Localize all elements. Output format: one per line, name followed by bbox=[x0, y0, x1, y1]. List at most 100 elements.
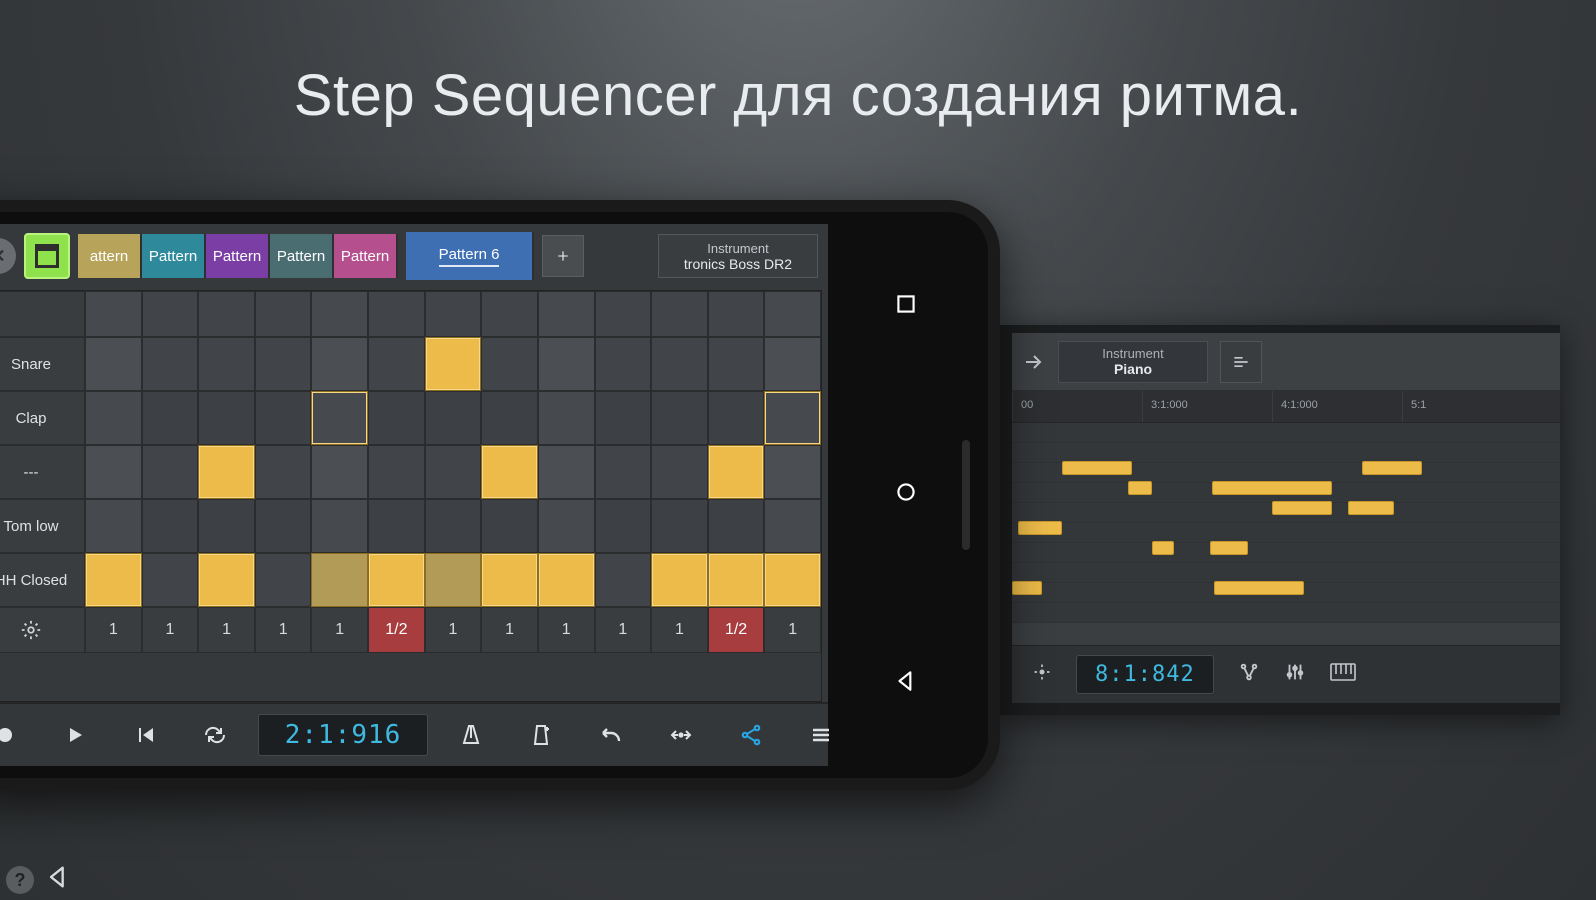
step-value-cell[interactable]: 1 bbox=[85, 607, 142, 653]
track-label[interactable]: HH Closed bbox=[0, 553, 85, 607]
step-cell[interactable] bbox=[764, 553, 821, 607]
step-cell[interactable] bbox=[85, 391, 142, 445]
midi-note[interactable] bbox=[1210, 541, 1248, 555]
step-cell[interactable] bbox=[708, 445, 765, 499]
step-cell[interactable] bbox=[764, 499, 821, 553]
pattern-tab-4[interactable]: Pattern bbox=[334, 234, 398, 278]
rewind-button[interactable] bbox=[110, 704, 180, 766]
view-mode-button[interactable] bbox=[24, 233, 70, 279]
add-track-button[interactable] bbox=[506, 704, 576, 766]
step-cell[interactable] bbox=[198, 337, 255, 391]
step-cell[interactable] bbox=[311, 337, 368, 391]
nav-back-icon[interactable] bbox=[893, 668, 919, 699]
help-button[interactable]: ? bbox=[6, 866, 34, 894]
step-cell[interactable] bbox=[255, 499, 312, 553]
system-back-icon[interactable] bbox=[44, 863, 72, 896]
step-cell[interactable] bbox=[481, 391, 538, 445]
midi-note[interactable] bbox=[1272, 501, 1332, 515]
step-value-cell[interactable]: 1 bbox=[311, 607, 368, 653]
step-cell[interactable] bbox=[595, 445, 652, 499]
step-cell[interactable] bbox=[595, 553, 652, 607]
step-value-cell[interactable]: 1 bbox=[538, 607, 595, 653]
pattern-tab-3[interactable]: Pattern bbox=[270, 234, 334, 278]
timeline-ruler[interactable]: 003:1:0004:1:0005:1 bbox=[1012, 391, 1560, 423]
step-cell[interactable] bbox=[368, 499, 425, 553]
midi-note[interactable] bbox=[1018, 521, 1062, 535]
step-cell[interactable] bbox=[481, 445, 538, 499]
step-cell[interactable] bbox=[764, 337, 821, 391]
stretch-button[interactable] bbox=[646, 704, 716, 766]
track-label[interactable]: --- bbox=[0, 445, 85, 499]
pattern-tab-selected[interactable]: Pattern 6 bbox=[406, 232, 534, 280]
step-cell[interactable] bbox=[85, 337, 142, 391]
step-cell[interactable] bbox=[85, 499, 142, 553]
step-cell[interactable] bbox=[481, 337, 538, 391]
step-cell[interactable] bbox=[198, 499, 255, 553]
step-value-cell[interactable]: 1 bbox=[255, 607, 312, 653]
midi-note[interactable] bbox=[1062, 461, 1132, 475]
record-button[interactable] bbox=[0, 704, 40, 766]
step-cell[interactable] bbox=[708, 391, 765, 445]
step-value-cell[interactable]: 1 bbox=[651, 607, 708, 653]
keyboard-icon[interactable] bbox=[1330, 661, 1356, 688]
step-cell[interactable] bbox=[255, 337, 312, 391]
step-cell[interactable] bbox=[368, 337, 425, 391]
step-cell[interactable] bbox=[538, 391, 595, 445]
step-cell[interactable] bbox=[764, 445, 821, 499]
step-cell[interactable] bbox=[481, 499, 538, 553]
step-cell[interactable] bbox=[368, 553, 425, 607]
step-cell[interactable] bbox=[425, 337, 482, 391]
instrument-selector-secondary[interactable]: Instrument Piano bbox=[1058, 341, 1208, 383]
loop-button[interactable] bbox=[180, 704, 250, 766]
pattern-tab-1[interactable]: Pattern bbox=[142, 234, 206, 278]
timecode-display-secondary[interactable]: 8:1:842 bbox=[1076, 655, 1214, 694]
track-label[interactable]: Tom low bbox=[0, 499, 85, 553]
nav-home-icon[interactable] bbox=[893, 479, 919, 510]
step-cell[interactable] bbox=[311, 499, 368, 553]
step-cell[interactable] bbox=[425, 499, 482, 553]
step-cell[interactable] bbox=[311, 445, 368, 499]
add-pattern-button[interactable] bbox=[542, 235, 584, 277]
step-cell[interactable] bbox=[142, 553, 199, 607]
undo-button[interactable] bbox=[576, 704, 646, 766]
step-cell[interactable] bbox=[142, 391, 199, 445]
step-cell[interactable] bbox=[481, 553, 538, 607]
midi-note[interactable] bbox=[1214, 581, 1304, 595]
step-value-cell[interactable]: 1 bbox=[198, 607, 255, 653]
step-cell[interactable] bbox=[255, 445, 312, 499]
share-button[interactable] bbox=[716, 704, 786, 766]
midi-note[interactable] bbox=[1348, 501, 1394, 515]
step-cell[interactable] bbox=[198, 553, 255, 607]
midi-note[interactable] bbox=[1012, 581, 1042, 595]
midi-note[interactable] bbox=[1362, 461, 1422, 475]
step-value-cell[interactable]: 1 bbox=[595, 607, 652, 653]
step-cell[interactable] bbox=[368, 391, 425, 445]
step-value-cell[interactable]: 1/2 bbox=[368, 607, 425, 653]
step-cell[interactable] bbox=[425, 391, 482, 445]
step-cell[interactable] bbox=[708, 499, 765, 553]
step-cell[interactable] bbox=[538, 553, 595, 607]
step-cell[interactable] bbox=[425, 445, 482, 499]
step-cell[interactable] bbox=[651, 391, 708, 445]
step-cell[interactable] bbox=[595, 391, 652, 445]
step-value-cell[interactable]: 1 bbox=[425, 607, 482, 653]
step-cell[interactable] bbox=[595, 499, 652, 553]
step-cell[interactable] bbox=[425, 553, 482, 607]
quantize-button[interactable] bbox=[1220, 341, 1262, 383]
nodes-icon[interactable] bbox=[1238, 661, 1260, 688]
timecode-display[interactable]: 2:1:916 bbox=[258, 714, 428, 756]
step-cell[interactable] bbox=[142, 499, 199, 553]
step-cell[interactable] bbox=[142, 337, 199, 391]
play-button[interactable] bbox=[40, 704, 110, 766]
step-cell[interactable] bbox=[311, 553, 368, 607]
menu-button[interactable] bbox=[786, 704, 856, 766]
step-cell[interactable] bbox=[651, 445, 708, 499]
track-label[interactable]: Clap bbox=[0, 391, 85, 445]
step-cell[interactable] bbox=[708, 337, 765, 391]
step-cell[interactable] bbox=[255, 553, 312, 607]
step-cell[interactable] bbox=[368, 445, 425, 499]
step-cell[interactable] bbox=[651, 553, 708, 607]
pattern-tab-2[interactable]: Pattern bbox=[206, 234, 270, 278]
step-cell[interactable] bbox=[708, 553, 765, 607]
settings-button[interactable] bbox=[0, 607, 85, 653]
